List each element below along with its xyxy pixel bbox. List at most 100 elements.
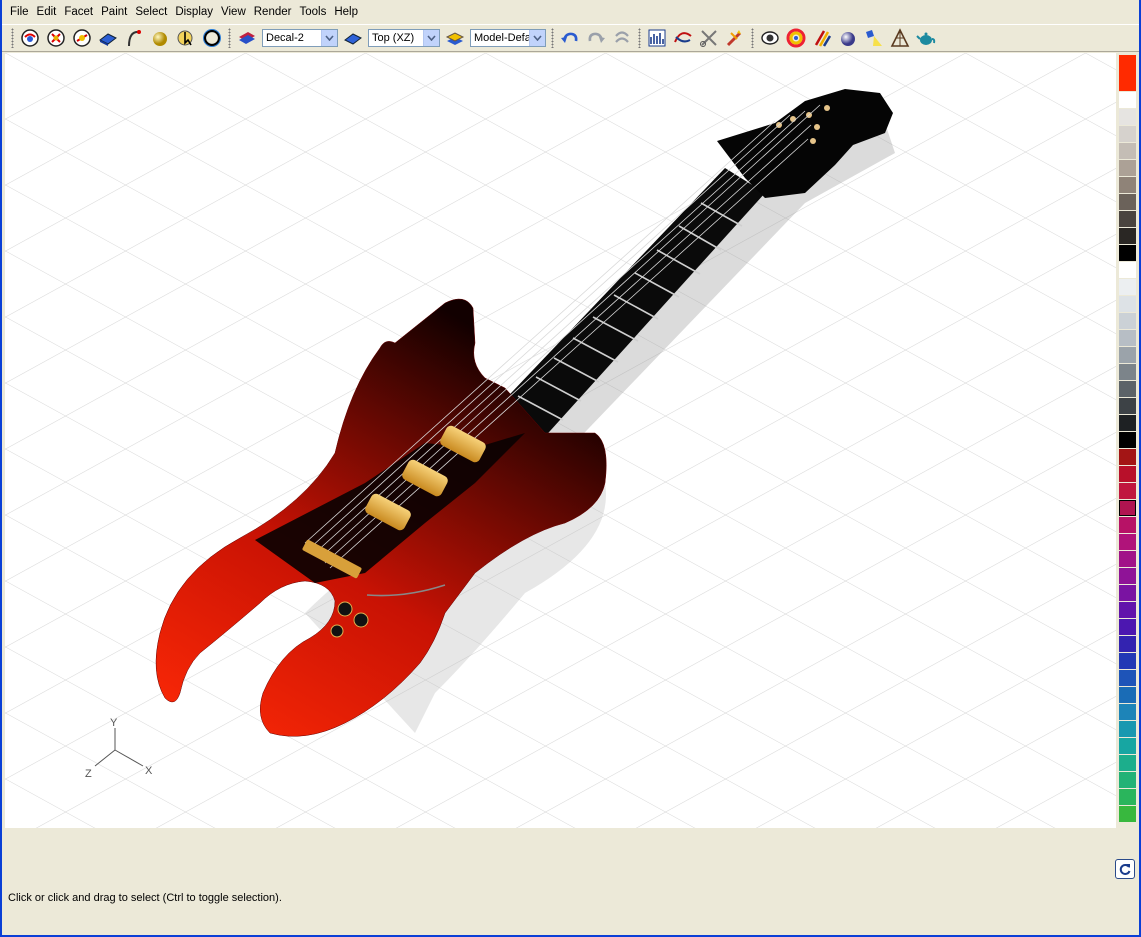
color-swatch[interactable] — [1119, 772, 1136, 788]
scissors-icon[interactable] — [697, 26, 721, 50]
menu-tools[interactable]: Tools — [295, 3, 330, 21]
model-select[interactable]: Model-Defa — [470, 29, 546, 47]
color-swatch[interactable] — [1119, 313, 1136, 329]
view-pan-icon[interactable] — [44, 26, 68, 50]
color-swatch[interactable] — [1119, 500, 1136, 516]
color-swatch[interactable] — [1119, 483, 1136, 499]
menu-view[interactable]: View — [217, 3, 250, 21]
color-swatch[interactable] — [1119, 92, 1136, 108]
chevron-down-icon[interactable] — [423, 30, 439, 46]
perspective-icon[interactable] — [888, 26, 912, 50]
color-swatch[interactable] — [1119, 704, 1136, 720]
view-zoom-icon[interactable] — [70, 26, 94, 50]
color-swatch[interactable] — [1119, 619, 1136, 635]
undo-icon[interactable] — [558, 26, 582, 50]
color-swatch[interactable] — [1119, 585, 1136, 601]
color-swatch[interactable] — [1119, 687, 1136, 703]
color-swatch[interactable] — [1119, 721, 1136, 737]
toolbar-grip[interactable] — [638, 28, 641, 48]
view-rotate-icon[interactable] — [18, 26, 42, 50]
toolbar-grip[interactable] — [551, 28, 554, 48]
color-swatch[interactable] — [1119, 109, 1136, 125]
color-swatch[interactable] — [1119, 415, 1136, 431]
menu-facet[interactable]: Facet — [60, 3, 97, 21]
color-swatch[interactable] — [1119, 143, 1136, 159]
color-palette — [1118, 53, 1137, 828]
paint-brushes-icon[interactable] — [810, 26, 834, 50]
color-swatch[interactable] — [1119, 789, 1136, 805]
chevron-down-icon[interactable] — [321, 30, 337, 46]
view-plane-icon[interactable] — [341, 26, 365, 50]
histogram-icon[interactable] — [645, 26, 669, 50]
sphere-light-icon[interactable] — [148, 26, 172, 50]
color-swatch[interactable] — [1119, 755, 1136, 771]
color-swatch[interactable] — [1119, 670, 1136, 686]
curve-tool-icon[interactable] — [122, 26, 146, 50]
refresh-icon — [1119, 864, 1131, 875]
toolbar-grip[interactable] — [751, 28, 754, 48]
color-swatch[interactable] — [1119, 568, 1136, 584]
color-swatch[interactable] — [1119, 738, 1136, 754]
menu-edit[interactable]: Edit — [33, 3, 61, 21]
axis-x-label: X — [145, 765, 153, 777]
color-swatch[interactable] — [1119, 245, 1136, 261]
color-swatch[interactable] — [1119, 55, 1136, 91]
color-wheel-icon[interactable] — [784, 26, 808, 50]
color-swatch[interactable] — [1119, 551, 1136, 567]
color-swatch[interactable] — [1119, 466, 1136, 482]
repeat-icon[interactable] — [610, 26, 634, 50]
color-swatch[interactable] — [1119, 296, 1136, 312]
model-layer-icon[interactable] — [443, 26, 467, 50]
color-swatch[interactable] — [1119, 602, 1136, 618]
menu-help[interactable]: Help — [330, 3, 362, 21]
menu-bar: File Edit Facet Paint Select Display Vie… — [2, 2, 1139, 22]
color-swatch[interactable] — [1119, 364, 1136, 380]
spotlight-icon[interactable] — [862, 26, 886, 50]
plane-tool-icon[interactable] — [96, 26, 120, 50]
color-swatch[interactable] — [1119, 160, 1136, 176]
viewport-canvas[interactable]: Y X Z — [5, 53, 1116, 828]
color-swatch[interactable] — [1119, 347, 1136, 363]
decal-book-icon[interactable] — [235, 26, 259, 50]
magic-wand-icon[interactable] — [723, 26, 747, 50]
color-swatch[interactable] — [1119, 517, 1136, 533]
select-cursor-icon[interactable] — [174, 26, 198, 50]
decal-select[interactable]: Decal-2 — [262, 29, 338, 47]
model-select-value: Model-Defa — [474, 32, 529, 44]
teapot-icon[interactable] — [914, 26, 938, 50]
3d-viewport[interactable]: Y X Z — [5, 53, 1116, 828]
menu-render[interactable]: Render — [250, 3, 296, 21]
color-swatch[interactable] — [1119, 126, 1136, 142]
material-sphere-icon[interactable] — [836, 26, 860, 50]
view-select-value: Top (XZ) — [372, 32, 415, 44]
color-swatch[interactable] — [1119, 636, 1136, 652]
color-swatch[interactable] — [1119, 279, 1136, 295]
color-swatch[interactable] — [1119, 211, 1136, 227]
color-swatch[interactable] — [1119, 432, 1136, 448]
view-select[interactable]: Top (XZ) — [368, 29, 440, 47]
axis-y-label: Y — [110, 717, 118, 729]
color-swatch[interactable] — [1119, 330, 1136, 346]
color-swatch[interactable] — [1119, 228, 1136, 244]
color-swatch[interactable] — [1119, 449, 1136, 465]
menu-select[interactable]: Select — [131, 3, 171, 21]
toolbar-grip[interactable] — [11, 28, 14, 48]
menu-display[interactable]: Display — [171, 3, 217, 21]
color-swatch[interactable] — [1119, 177, 1136, 193]
refresh-button[interactable] — [1115, 859, 1135, 879]
circle-tool-icon[interactable] — [200, 26, 224, 50]
chevron-down-icon[interactable] — [529, 30, 545, 46]
color-swatch[interactable] — [1119, 653, 1136, 669]
color-swatch[interactable] — [1119, 806, 1136, 822]
curve-edit-icon[interactable] — [671, 26, 695, 50]
eye-icon[interactable] — [758, 26, 782, 50]
color-swatch[interactable] — [1119, 262, 1136, 278]
color-swatch[interactable] — [1119, 381, 1136, 397]
menu-file[interactable]: File — [6, 3, 33, 21]
color-swatch[interactable] — [1119, 194, 1136, 210]
menu-paint[interactable]: Paint — [97, 3, 131, 21]
color-swatch[interactable] — [1119, 534, 1136, 550]
redo-icon[interactable] — [584, 26, 608, 50]
toolbar-grip[interactable] — [228, 28, 231, 48]
color-swatch[interactable] — [1119, 398, 1136, 414]
